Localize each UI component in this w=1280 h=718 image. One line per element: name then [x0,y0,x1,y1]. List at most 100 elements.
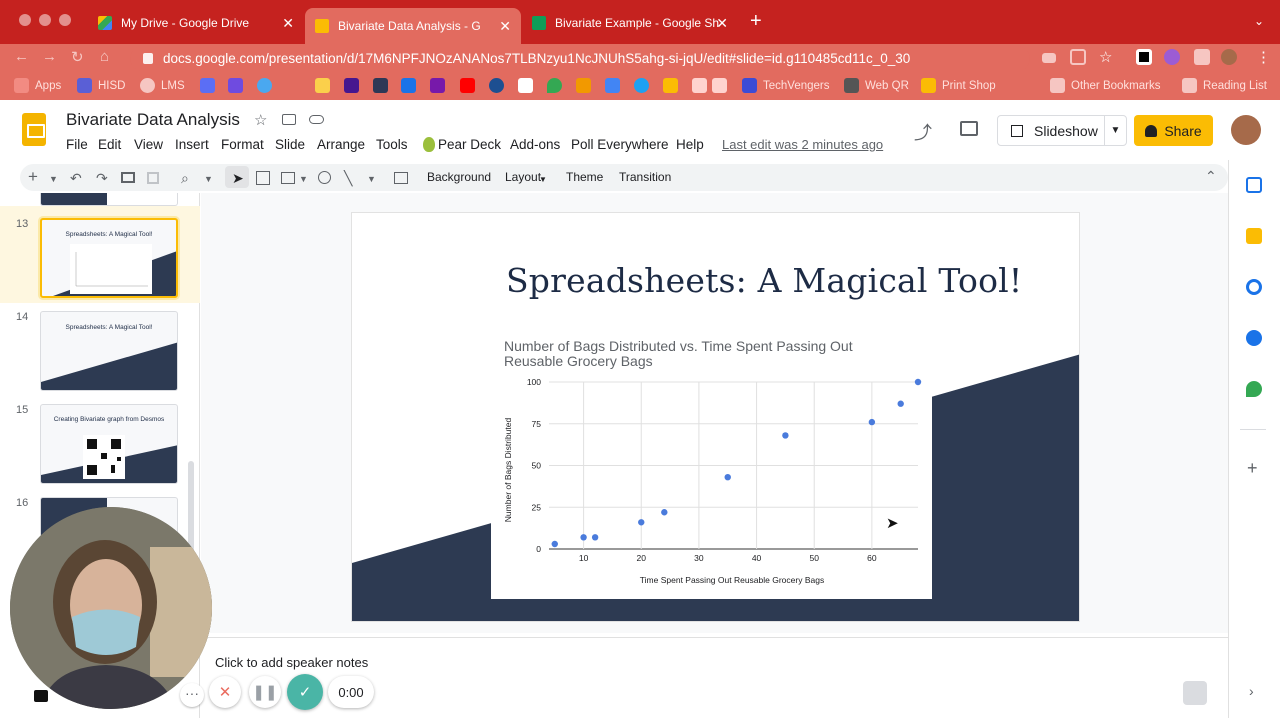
discard-recording-button[interactable]: ✕ [209,676,241,708]
add-comment-icon[interactable] [394,172,408,184]
window-zoom-dot[interactable] [59,14,71,26]
zoom-icon[interactable]: ⌕ [181,170,189,187]
calendar-icon[interactable] [1246,177,1262,193]
window-close-dot[interactable] [19,14,31,26]
text-box-icon[interactable] [256,171,270,185]
layout-button[interactable]: Layout [505,170,541,184]
print-icon[interactable] [121,172,135,183]
chevron-down-icon[interactable]: ▼ [539,175,547,184]
collapse-toolbar-icon[interactable]: ⌃ [1205,168,1217,185]
chevron-down-icon[interactable]: ▼ [299,174,308,184]
speaker-notes-placeholder[interactable]: Click to add speaker notes [215,655,368,670]
last-edit-link[interactable]: Last edit was 2 minutes ago [722,137,883,152]
tab-bivariate-data-analysis[interactable]: Bivariate Data Analysis - G ✕ [305,8,521,44]
close-icon[interactable]: ✕ [499,18,511,35]
menu-add-ons[interactable]: Add-ons [510,137,560,152]
profile-icon[interactable] [1221,49,1237,65]
bookmark-maps[interactable] [547,78,568,93]
bookmark-kahoot[interactable] [344,78,365,93]
cursor-icon[interactable]: ➤ [232,170,244,187]
slide-thumbnail-15[interactable]: Creating Bivariate graph from Desmos [40,404,178,484]
keep-icon[interactable] [1246,228,1262,244]
new-slide-icon[interactable]: + [28,167,38,187]
bookmark-drive[interactable] [663,78,684,93]
menu-slide[interactable]: Slide [275,137,305,152]
background-button[interactable]: Background [427,170,491,184]
bookmark-c[interactable] [200,78,221,93]
menu-file[interactable]: File [66,137,88,152]
avatar[interactable] [1231,115,1261,145]
menu-tools[interactable]: Tools [376,137,408,152]
contacts-icon[interactable] [1246,330,1262,346]
chevron-down-icon[interactable]: ▼ [204,174,213,184]
line-icon[interactable]: ╲ [344,170,352,187]
camera-icon[interactable] [1042,53,1056,63]
finish-recording-button[interactable]: ✓ [287,674,323,710]
bookmark-web-qr[interactable]: Web QR [844,78,909,93]
more-icon[interactable]: ⋮ [1256,48,1271,66]
chevron-right-icon[interactable]: › [1249,683,1254,699]
move-folder-icon[interactable] [282,114,296,125]
bookmark-lms[interactable]: LMS [140,78,185,93]
forward-icon[interactable]: → [42,48,57,65]
bookmark-yellow[interactable] [315,78,336,93]
image-icon[interactable] [281,172,295,184]
home-icon[interactable]: ⌂ [100,48,109,65]
menu-format[interactable]: Format [221,137,264,152]
paint-format-icon[interactable] [147,172,159,184]
chevron-down-icon[interactable]: ▼ [367,174,376,184]
chevron-down-icon[interactable]: ⌄ [1254,14,1264,28]
menu-arrange[interactable]: Arrange [317,137,365,152]
extension-icon[interactable] [1164,49,1180,65]
bookmark-ib[interactable] [712,78,733,93]
shape-icon[interactable] [318,171,331,184]
window-minimize-dot[interactable] [39,14,51,26]
star-icon[interactable]: ☆ [1099,48,1112,66]
bookmark-onenote[interactable] [430,78,451,93]
document-title[interactable]: Bivariate Data Analysis [66,110,240,130]
menu-pear-deck[interactable]: Pear Deck [438,137,501,152]
add-addon-icon[interactable]: + [1247,458,1258,479]
undo-icon[interactable]: ↶ [70,170,82,187]
slide-thumbnail-13[interactable]: Spreadsheets: A Magical Tool! [40,218,178,298]
chevron-down-icon[interactable]: ▼ [1104,116,1126,145]
slides-logo-icon[interactable] [22,113,46,146]
theme-button[interactable]: Theme [566,170,603,184]
share-page-icon[interactable] [1070,49,1086,65]
bookmark-blue[interactable] [257,78,278,93]
back-icon[interactable]: ← [14,48,29,65]
menu-edit[interactable]: Edit [98,137,121,152]
slideshow-button[interactable]: Slideshow ▼ [997,115,1127,146]
close-icon[interactable]: ✕ [716,15,728,32]
bookmark-youtube[interactable] [460,78,481,93]
tab-bivariate-example[interactable]: Bivariate Example - Google Sh ✕ [522,8,738,38]
extension-icon[interactable] [1136,49,1152,65]
bookmark-twitter[interactable] [634,78,655,93]
transition-button[interactable]: Transition [619,170,671,184]
bookmark-quizlet[interactable] [373,78,394,93]
menu-help[interactable]: Help [676,137,704,152]
bookmark-bar-chart[interactable] [401,78,422,93]
comments-icon[interactable] [960,121,978,136]
slide-title[interactable]: Spreadsheets: A Magical Tool! [506,261,1022,300]
slide-editor[interactable]: Spreadsheets: A Magical Tool! Number of … [351,212,1080,622]
slide-thumbnail-12[interactable] [40,193,178,206]
share-button[interactable]: Share [1134,115,1213,146]
tab-my-drive[interactable]: My Drive - Google Drive ✕ [88,8,304,38]
captions-icon[interactable] [34,690,48,702]
tasks-icon[interactable] [1246,279,1262,295]
bookmark-reading-list[interactable]: Reading List [1182,78,1267,93]
bookmark-other[interactable]: Other Bookmarks [1050,78,1160,93]
explore-icon[interactable] [1183,681,1207,705]
star-icon[interactable]: ☆ [254,111,267,129]
more-options-icon[interactable]: ··· [180,683,204,707]
chevron-down-icon[interactable]: ▼ [49,174,58,184]
bookmark-q[interactable] [228,78,249,93]
bookmark-sis[interactable] [489,78,510,93]
menu-insert[interactable]: Insert [175,137,209,152]
puzzle-icon[interactable] [1194,49,1210,65]
bookmark-its[interactable] [576,78,597,93]
new-tab-icon[interactable]: + [750,10,762,33]
reload-icon[interactable]: ↻ [71,48,84,66]
pause-recording-button[interactable]: ❚❚ [249,676,281,708]
